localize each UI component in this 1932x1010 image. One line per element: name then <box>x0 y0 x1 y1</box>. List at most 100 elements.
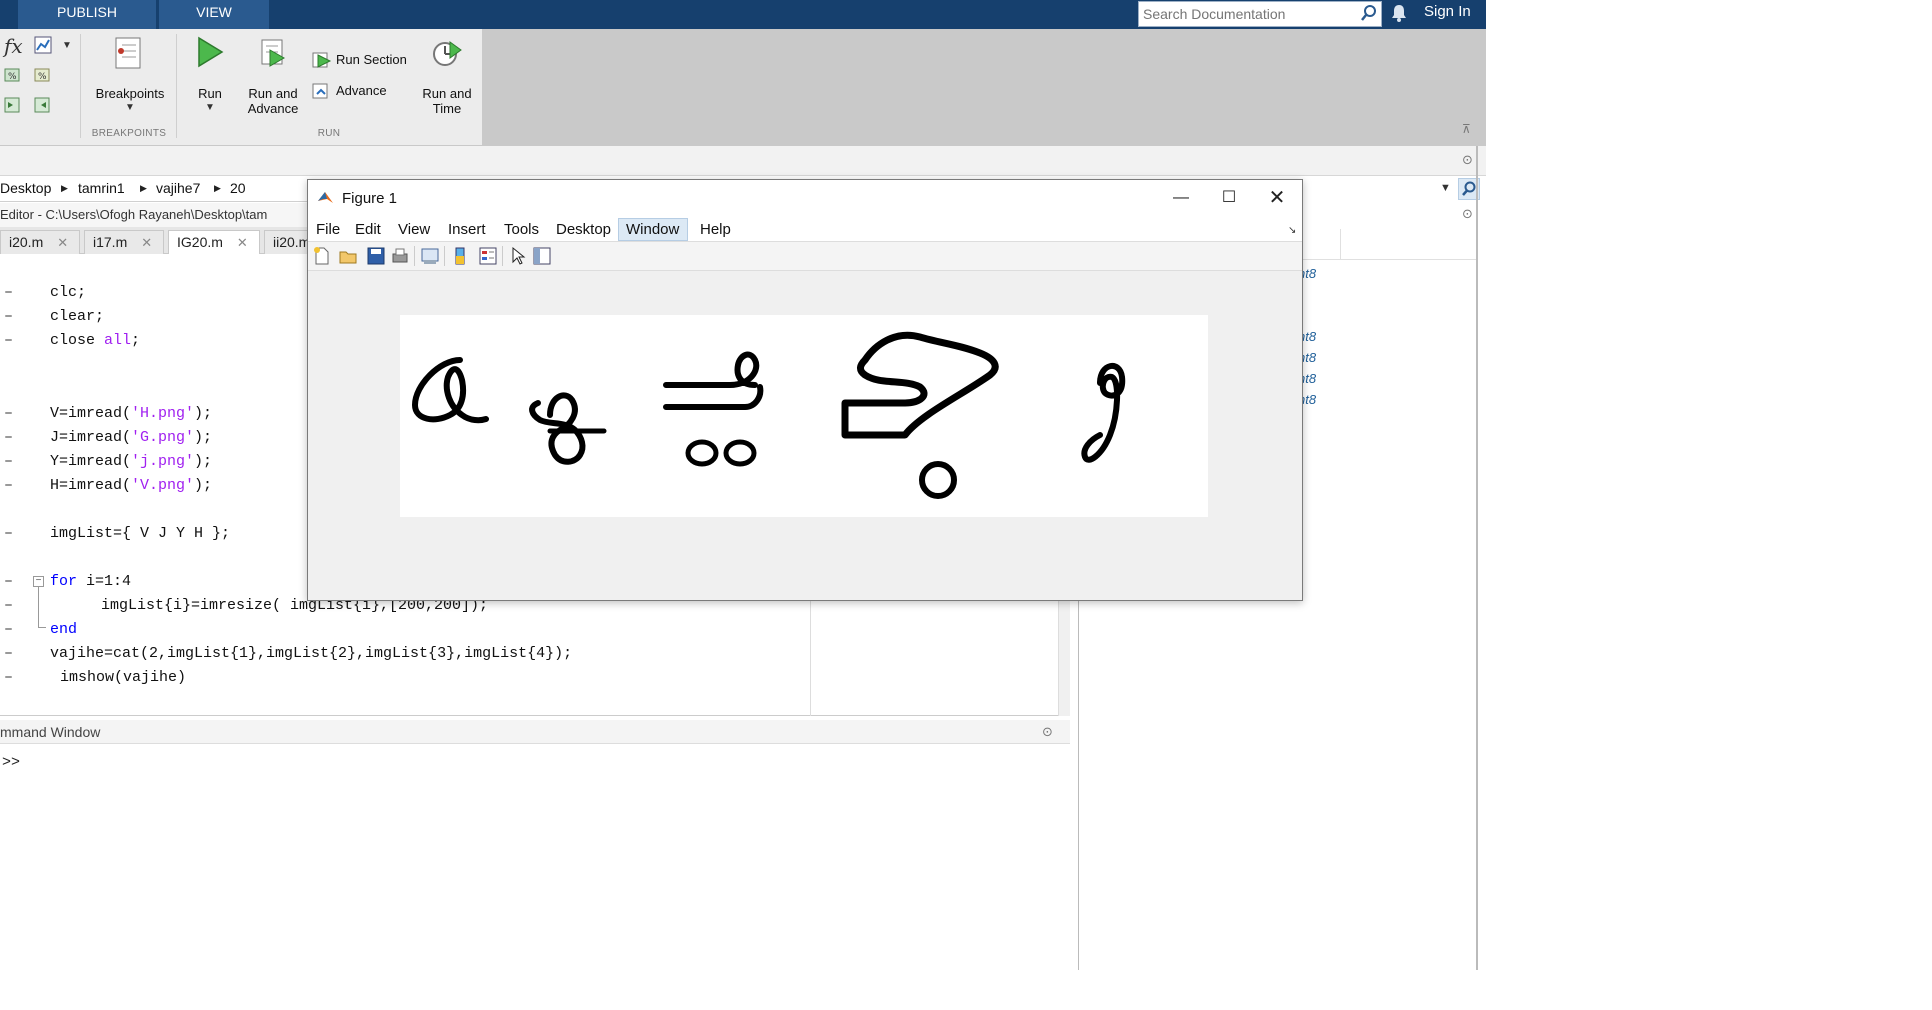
code-line[interactable]: close all; <box>50 332 140 349</box>
code-line[interactable]: J=imread('G.png'); <box>50 429 212 446</box>
toolbar-separator <box>502 246 503 266</box>
editor-tab-label: i20.m <box>9 234 44 250</box>
workspace-header-divider <box>1300 259 1478 260</box>
uncomment-icon[interactable]: % <box>34 66 54 84</box>
code-line[interactable]: V=imread('H.png'); <box>50 405 212 422</box>
menu-desktop[interactable]: Desktop <box>556 221 611 238</box>
code-string: 'H.png' <box>131 405 195 422</box>
insert-legend-icon[interactable] <box>478 246 498 266</box>
link-plot-icon[interactable] <box>420 246 440 266</box>
comment-icon[interactable]: % <box>4 66 24 84</box>
editor-tab-label: ii20.m <box>273 234 310 250</box>
editor-tab[interactable]: i17.m ✕ <box>84 230 164 254</box>
code-line[interactable]: Y=imread('j.png'); <box>50 453 212 470</box>
property-editor-icon[interactable] <box>532 246 552 266</box>
close-icon[interactable]: ✕ <box>57 235 68 250</box>
panel-options-icon[interactable]: ⊙ <box>1462 152 1473 168</box>
open-file-icon[interactable] <box>338 246 358 266</box>
close-icon[interactable]: ✕ <box>237 235 248 250</box>
menu-help[interactable]: Help <box>700 221 731 238</box>
sign-in-link[interactable]: Sign In <box>1424 3 1471 20</box>
minimize-button[interactable]: — <box>1158 180 1204 217</box>
tab-publish[interactable]: PUBLISH <box>18 0 156 29</box>
search-input[interactable] <box>1139 2 1359 26</box>
run-button[interactable]: Run <box>186 86 234 101</box>
run-and-time-button[interactable]: Run and Time <box>414 86 480 116</box>
breadcrumb-item[interactable]: 20 <box>230 180 246 196</box>
command-window[interactable] <box>0 744 1070 970</box>
outdent-icon[interactable] <box>34 96 54 114</box>
code-line[interactable]: imgList={ V J Y H }; <box>50 525 230 542</box>
run-and-advance-button[interactable]: Run and Advance <box>240 86 306 116</box>
run-and-advance-icon[interactable] <box>258 36 288 68</box>
run-section-button[interactable]: Run Section <box>336 52 407 67</box>
panel-options-icon[interactable]: ⊙ <box>1462 206 1473 222</box>
menu-view[interactable]: View <box>398 221 430 238</box>
figure-window[interactable]: Figure 1 — ☐ ✕ File Edit View Insert Too… <box>307 179 1303 601</box>
menu-edit[interactable]: Edit <box>355 221 381 238</box>
code-text: close <box>50 332 105 349</box>
new-figure-icon[interactable] <box>312 246 332 266</box>
dock-arrow-icon[interactable]: ↘ <box>1288 225 1296 236</box>
figure-titlebar[interactable] <box>308 180 1302 217</box>
breadcrumb-arrow-icon[interactable]: ▶ <box>61 183 68 194</box>
menu-window[interactable]: Window <box>626 221 679 238</box>
run-section-icon[interactable] <box>312 51 332 69</box>
panel-options-icon[interactable]: ⊙ <box>1042 724 1053 740</box>
chevron-down-icon[interactable]: ▼ <box>125 102 135 113</box>
maximize-button[interactable]: ☐ <box>1206 180 1252 217</box>
pointer-icon[interactable] <box>508 246 528 266</box>
breadcrumb-arrow-icon[interactable]: ▶ <box>214 183 221 194</box>
chevron-down-icon[interactable]: ▼ <box>62 40 72 51</box>
search-icon[interactable] <box>1360 4 1378 22</box>
code-line[interactable]: clear; <box>50 308 104 325</box>
editor-tab[interactable]: ii20.m <box>264 230 310 254</box>
advance-button[interactable]: Advance <box>336 83 387 98</box>
fx-icon[interactable]: fx <box>4 34 23 58</box>
insert-figure-icon[interactable] <box>34 36 54 56</box>
run-and-time-label-line2: Time <box>432 101 462 116</box>
save-icon[interactable] <box>366 246 386 266</box>
command-prompt[interactable]: >> <box>2 754 20 771</box>
collapse-ribbon-icon[interactable]: ⊼ <box>1462 122 1471 136</box>
advance-icon[interactable] <box>312 82 332 100</box>
group-label-run: RUN <box>317 128 341 139</box>
breakpoints-button[interactable]: Breakpoints <box>90 86 170 101</box>
tab-view[interactable]: VIEW <box>159 0 269 29</box>
menu-insert[interactable]: Insert <box>448 221 486 238</box>
editor-tab-active[interactable]: IG20.m ✕ <box>168 230 260 254</box>
chevron-down-icon[interactable]: ▼ <box>205 102 215 113</box>
run-and-time-icon[interactable] <box>432 36 462 70</box>
search-documentation-box[interactable] <box>1138 1 1382 27</box>
insert-colorbar-icon[interactable] <box>450 246 470 266</box>
notification-bell-icon[interactable] <box>1390 3 1408 23</box>
breadcrumb-item[interactable]: tamrin1 <box>78 180 125 196</box>
figure-title: Figure 1 <box>342 190 398 207</box>
close-icon[interactable]: ✕ <box>141 235 152 250</box>
breadcrumb-arrow-icon[interactable]: ▶ <box>140 183 147 194</box>
code-line[interactable]: clc; <box>50 284 86 301</box>
code-line[interactable]: vajihe=cat(2,imgList{1},imgList{2},imgLi… <box>50 645 572 662</box>
fold-toggle-icon[interactable]: − <box>33 576 44 587</box>
editor-title: Editor - C:\Users\Ofogh Rayaneh\Desktop\… <box>0 203 310 227</box>
line-marker: – <box>4 525 14 542</box>
print-icon[interactable] <box>390 246 410 266</box>
breadcrumb-item[interactable]: vajihe7 <box>156 180 200 196</box>
line-marker: – <box>4 645 14 662</box>
code-line[interactable]: H=imread('V.png'); <box>50 477 212 494</box>
menu-tools[interactable]: Tools <box>504 221 539 238</box>
menu-file[interactable]: File <box>316 221 340 238</box>
indent-icon[interactable] <box>4 96 24 114</box>
code-line[interactable]: end <box>50 621 77 638</box>
code-text: clear; <box>50 308 105 325</box>
breadcrumb-item[interactable]: Desktop <box>0 180 51 196</box>
line-marker: – <box>4 621 14 638</box>
run-icon[interactable] <box>196 36 224 68</box>
code-line[interactable]: for i=1:4 <box>50 573 131 590</box>
editor-scrollbar[interactable] <box>1058 600 1070 716</box>
close-button[interactable]: ✕ <box>1254 180 1300 217</box>
editor-tab[interactable]: i20.m ✕ <box>0 230 80 254</box>
breakpoints-icon[interactable] <box>114 36 144 70</box>
code-line[interactable]: imshow(vajihe) <box>60 669 186 686</box>
chevron-down-icon[interactable]: ▼ <box>1440 182 1451 194</box>
